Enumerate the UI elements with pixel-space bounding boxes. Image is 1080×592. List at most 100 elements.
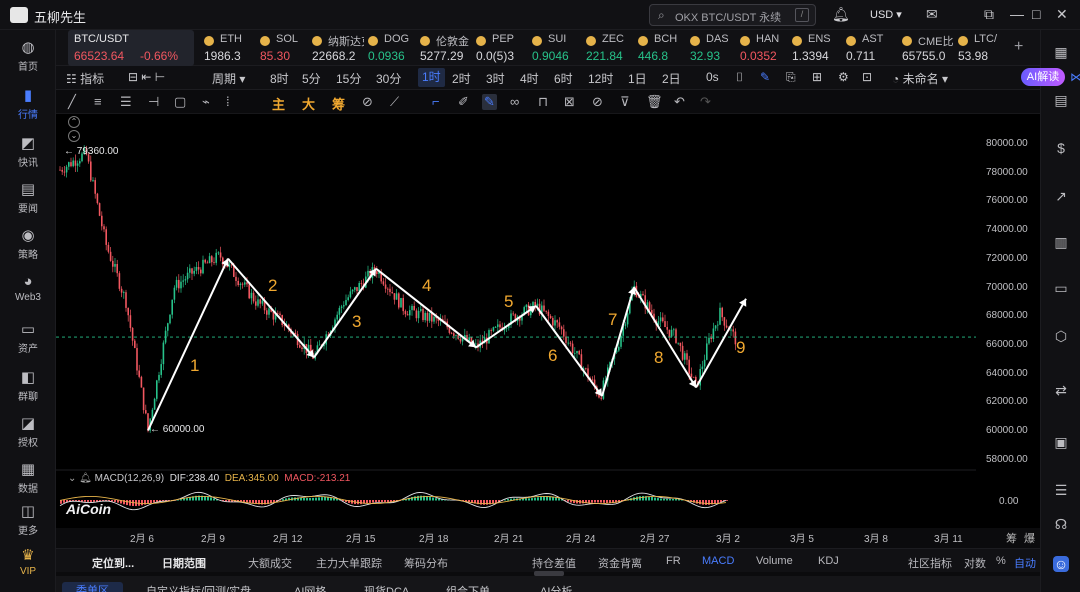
- indicator-tab[interactable]: Volume: [756, 555, 793, 567]
- pen-icon[interactable]: ✎: [760, 70, 770, 84]
- hexagon-icon[interactable]: ⬡: [1053, 328, 1069, 344]
- sidebar-item-home[interactable]: ◍ 首页: [0, 40, 56, 74]
- bottom-panel-tab[interactable]: 现货DCA: [364, 583, 409, 592]
- trend-chart-icon[interactable]: ↗: [1053, 188, 1069, 204]
- main-force-button[interactable]: 主: [272, 94, 285, 113]
- ticker-item[interactable]: PEP 0.0(5)3: [476, 30, 528, 66]
- interval-4时[interactable]: 4时: [520, 70, 539, 87]
- rectangle-icon[interactable]: ▢: [174, 94, 186, 110]
- sidebar-item-wallet[interactable]: ▭ 资产: [0, 322, 56, 356]
- indicator-tab[interactable]: 大额成交: [248, 555, 292, 571]
- interval-3时[interactable]: 3时: [486, 70, 505, 87]
- add-ticker-icon[interactable]: +: [1014, 38, 1023, 56]
- interval-1时[interactable]: 1时: [418, 68, 445, 87]
- horizontal-line-icon[interactable]: ⊣: [148, 94, 159, 110]
- gauge-icon[interactable]: ⊘: [362, 94, 373, 110]
- lock-icon[interactable]: ⊓: [538, 94, 548, 110]
- sidebar-item-authorize[interactable]: ◪ 授权: [0, 416, 56, 450]
- macd-bell-icon[interactable]: 🔔︎: [79, 473, 92, 484]
- brush-icon[interactable]: ⌁: [202, 94, 210, 110]
- bar-chart-icon[interactable]: ▥: [1053, 234, 1069, 250]
- interval-2日[interactable]: 2日: [662, 70, 681, 87]
- sidebar-item-headline[interactable]: ▤ 要闻: [0, 182, 56, 216]
- line-tool-icon[interactable]: ╱: [68, 94, 76, 110]
- burst-corner-label[interactable]: 爆: [1024, 530, 1035, 546]
- window-restore-icon[interactable]: ⧉: [984, 6, 994, 23]
- exchange-icon[interactable]: ⇄: [1053, 382, 1069, 398]
- ticker-item[interactable]: BTC/USDT 66523.64 -0.66%: [68, 30, 194, 66]
- share-icon[interactable]: ⋈: [1070, 70, 1080, 84]
- sidebar-item-strategy-robot[interactable]: ◉ 策略: [0, 228, 56, 262]
- sidebar-item-data[interactable]: ▦ 数据: [0, 462, 56, 496]
- chart-type-icons[interactable]: ⊟ ⇤ ⊢: [128, 70, 165, 84]
- large-order-button[interactable]: 大: [302, 94, 315, 113]
- mail-icon[interactable]: ✉: [926, 6, 938, 23]
- collapse-up-icon[interactable]: ⌃: [68, 116, 80, 128]
- sidebar-item-news-flash[interactable]: ◩ 快讯: [0, 136, 56, 170]
- bottom-panel-tab[interactable]: 委单区: [62, 582, 123, 592]
- assistant-bot-icon[interactable]: ☺: [1053, 556, 1069, 572]
- ticker-item[interactable]: DOG 0.0936: [368, 30, 416, 66]
- unnamed-select[interactable]: ◔ 未命名 ▾: [892, 70, 948, 87]
- price-chart[interactable]: [56, 114, 1040, 528]
- layout-icon[interactable]: ⊡: [862, 70, 872, 84]
- ticker-item[interactable]: 伦敦金 5277.29: [420, 30, 472, 66]
- ticker-item[interactable]: ETH 1986.3: [204, 30, 254, 66]
- copy-icon[interactable]: ⎘: [786, 70, 796, 85]
- fib-lines-icon[interactable]: ☰: [120, 94, 132, 110]
- indicator-tab[interactable]: 定位到...: [92, 555, 134, 571]
- undo-icon[interactable]: ↶: [674, 94, 685, 110]
- bell-icon[interactable]: 🔔︎: [832, 6, 850, 23]
- candlestick-chart-svg[interactable]: [56, 114, 1040, 528]
- ticker-item[interactable]: AST 0.711: [846, 30, 896, 66]
- layout-grid-icon[interactable]: ▦: [1053, 44, 1069, 60]
- interval-1日[interactable]: 1日: [628, 70, 647, 87]
- indicator-tab[interactable]: 自动: [1014, 555, 1036, 571]
- indicator-tab[interactable]: 日期范围: [162, 555, 206, 571]
- period-select[interactable]: 周期 ▾: [212, 70, 245, 87]
- filter-icon[interactable]: ⊽: [620, 94, 630, 110]
- bottom-panel-tab[interactable]: 组合下单: [446, 583, 490, 592]
- visibility-icon[interactable]: ⊠: [564, 94, 575, 110]
- interval-30分[interactable]: 30分: [376, 70, 401, 87]
- interval-12时[interactable]: 12时: [588, 70, 613, 87]
- indicator-button[interactable]: ☷ 指标: [66, 70, 104, 87]
- document-icon[interactable]: ▤: [1053, 92, 1069, 108]
- parallel-line-icon[interactable]: ≡: [94, 94, 102, 109]
- indicator-tab[interactable]: 持仓差值: [532, 555, 576, 571]
- sidebar-item-chat-group[interactable]: ◧ 群聊: [0, 370, 56, 404]
- interval-2时[interactable]: 2时: [452, 70, 471, 87]
- indicator-tab[interactable]: 对数: [964, 555, 986, 571]
- bottom-panel-tab[interactable]: AI网格: [294, 583, 326, 592]
- template-icon[interactable]: ⊞: [812, 70, 822, 84]
- ticker-item[interactable]: CME比特65755.0: [902, 30, 954, 66]
- bottom-panel-tab[interactable]: 自定义指标/回测/实盘: [146, 583, 251, 592]
- sidebar-item-more-grid[interactable]: ◫ 更多: [0, 504, 56, 538]
- ticker-item[interactable]: BCH 446.8: [638, 30, 686, 66]
- headset-icon[interactable]: ☊: [1053, 516, 1069, 532]
- maximize-icon[interactable]: □: [1032, 6, 1040, 22]
- calculator-icon[interactable]: ▣: [1053, 434, 1069, 450]
- interval-5分[interactable]: 5分: [302, 70, 321, 87]
- indicator-tab[interactable]: FR: [666, 555, 681, 567]
- indicator-tab[interactable]: 主力大单跟踪: [316, 555, 382, 571]
- ticker-item[interactable]: ENS 1.3394: [792, 30, 842, 66]
- ticker-item[interactable]: 纳斯达克22668.2: [312, 30, 364, 66]
- indicator-tab[interactable]: 资金背离: [598, 555, 642, 571]
- indicator-tab[interactable]: 社区指标: [908, 555, 952, 571]
- ticker-item[interactable]: ZEC 221.84: [586, 30, 634, 66]
- ai-interpret-button[interactable]: AI解读: [1021, 68, 1065, 86]
- settings-gear-icon[interactable]: ⚙: [838, 70, 849, 84]
- indicator-tab[interactable]: KDJ: [818, 555, 839, 567]
- redo-icon[interactable]: ↷: [700, 94, 711, 110]
- interval-8时[interactable]: 8时: [270, 70, 289, 87]
- ticker-item[interactable]: SUI 0.9046: [532, 30, 582, 66]
- ticker-item[interactable]: LTC/53.98: [958, 30, 1002, 66]
- search-input[interactable]: ⌕ OKX BTC/USDT 永续 /: [649, 4, 816, 26]
- draw-pen-icon[interactable]: ✎: [482, 94, 497, 110]
- trash-icon[interactable]: 🗑︎: [646, 94, 663, 110]
- eye-off-icon[interactable]: ⊘: [592, 94, 603, 110]
- camera-icon[interactable]: ⌷: [736, 70, 743, 85]
- list-icon[interactable]: ☰: [1053, 482, 1069, 498]
- minimize-icon[interactable]: —: [1010, 6, 1024, 22]
